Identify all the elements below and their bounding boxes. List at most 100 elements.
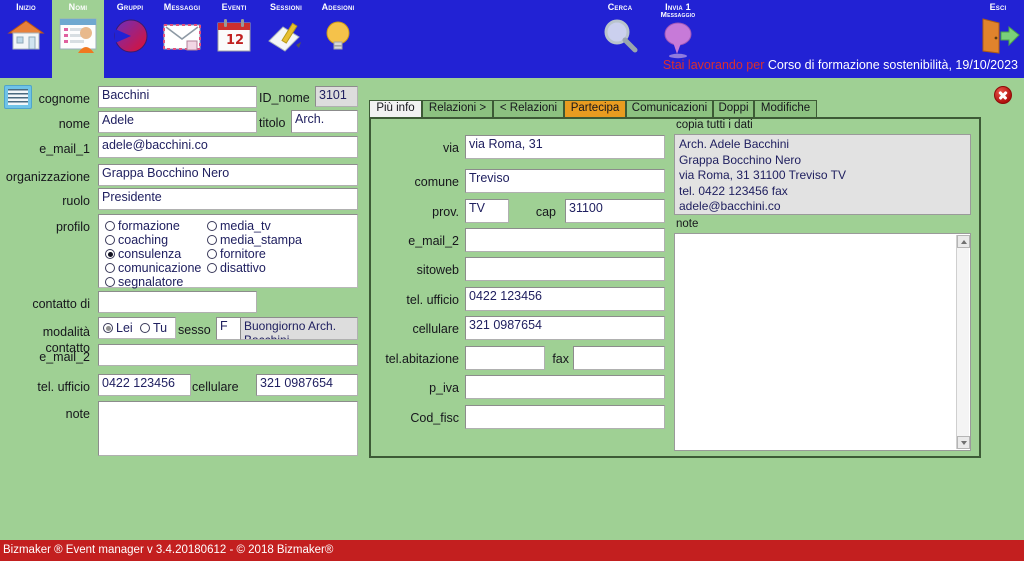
nav-item-sessioni[interactable]: Sessioni xyxy=(260,0,312,78)
cod-fisc-input[interactable] xyxy=(465,405,665,429)
sesso-label: sesso xyxy=(178,323,211,337)
nav-item-label: Messaggi xyxy=(163,2,201,12)
profilo-option-segnalatore[interactable]: segnalatore xyxy=(105,275,183,289)
comune-label: comune xyxy=(414,175,459,189)
working-context-value: Corso di formazione sostenibilità, 19/10… xyxy=(767,58,1018,72)
profilo-option-label: formazione xyxy=(118,219,180,233)
p-iva-input[interactable] xyxy=(465,375,665,399)
profilo-option-disattivo[interactable]: disattivo xyxy=(207,261,266,275)
note-scrollbar[interactable] xyxy=(956,235,970,449)
contact-card-icon xyxy=(55,13,101,59)
modalita-option-label: Tu xyxy=(153,321,168,335)
email2-input[interactable] xyxy=(98,344,358,366)
modalita-option-tu[interactable]: Tu xyxy=(140,321,167,335)
nav-item-adesioni[interactable]: Adesioni xyxy=(312,0,364,78)
tab-bar: Più info Relazioni > < Relazioni Parteci… xyxy=(369,100,981,118)
pie-chart-icon xyxy=(107,13,153,59)
prov-input[interactable]: TV xyxy=(465,199,509,223)
nav-item-label: Inizio xyxy=(16,2,36,12)
ruolo-label: ruolo xyxy=(62,194,90,208)
modalita-option-lei[interactable]: Lei xyxy=(103,321,133,335)
email2-input[interactable] xyxy=(465,228,665,252)
ruolo-input[interactable]: Presidente xyxy=(98,188,358,210)
profilo-option-comunicazione[interactable]: comunicazione xyxy=(105,261,201,275)
id-nome-value: 3101 xyxy=(315,86,358,107)
profilo-option-coaching[interactable]: coaching xyxy=(105,233,168,247)
nome-label: nome xyxy=(58,117,90,131)
prov-label: prov. xyxy=(432,205,459,219)
via-input[interactable]: via Roma, 31 xyxy=(465,135,665,159)
comune-input[interactable]: Treviso xyxy=(465,169,665,193)
organizzazione-input[interactable]: Grappa Bocchino Nero xyxy=(98,164,358,186)
cognome-input[interactable]: Bacchini xyxy=(98,86,257,108)
nav-item-nomi[interactable]: Nomi xyxy=(52,0,104,78)
profilo-option-label: coaching xyxy=(118,233,169,247)
status-bar-footer: Bizmaker ® Event manager v 3.4.20180612 … xyxy=(0,540,1024,561)
exit-door-icon xyxy=(975,13,1021,59)
contatto-di-label: contatto di xyxy=(32,297,90,311)
tab-comunicazioni[interactable]: Comunicazioni xyxy=(626,100,713,118)
email1-input[interactable]: adele@bacchini.co xyxy=(98,136,358,158)
profilo-label: profilo xyxy=(55,220,90,234)
profilo-option-label: consulenza xyxy=(118,247,182,261)
home-icon xyxy=(3,13,49,59)
nav-item-label: Eventi xyxy=(221,2,247,12)
organizzazione-label: organizzazione xyxy=(5,170,90,184)
scroll-down-icon[interactable] xyxy=(957,436,970,449)
email2-label: e_mail_2 xyxy=(408,234,459,248)
lightbulb-icon xyxy=(315,13,361,59)
profilo-option-fornitore[interactable]: fornitore xyxy=(207,247,266,261)
profilo-option-consulenza[interactable]: consulenza xyxy=(105,247,181,261)
tab-partecipa[interactable]: Partecipa xyxy=(564,100,626,118)
tab-doppi[interactable]: Doppi xyxy=(713,100,754,118)
profilo-option-label: fornitore xyxy=(220,247,266,261)
nav-item-label: Esci xyxy=(989,2,1007,12)
profilo-radio-group[interactable]: formazione coaching consulenza comunicaz… xyxy=(98,214,358,289)
nav-item-messaggi[interactable]: Messaggi xyxy=(156,0,208,78)
nav-item-inizio[interactable]: Inizio xyxy=(0,0,52,78)
nav-item-gruppi[interactable]: Gruppi xyxy=(104,0,156,78)
note-textarea[interactable] xyxy=(98,401,358,456)
profilo-option-formazione[interactable]: formazione xyxy=(105,219,180,233)
close-circle-icon[interactable] xyxy=(994,86,1012,104)
contatto-di-input[interactable] xyxy=(98,291,257,313)
pencil-note-icon xyxy=(263,13,309,59)
nav-item-label: Sessioni xyxy=(270,2,302,12)
modalita-contatto-radio-group[interactable]: Lei Tu xyxy=(98,317,176,339)
profilo-option-media-tv[interactable]: media_tv xyxy=(207,219,271,233)
tel-ufficio-label: tel. ufficio xyxy=(37,380,90,394)
fax-input[interactable] xyxy=(573,346,665,370)
tab-relazioni-out[interactable]: Relazioni > xyxy=(422,100,493,118)
profilo-option-label: media_stampa xyxy=(220,233,302,247)
tab-modifiche[interactable]: Modifiche xyxy=(754,100,817,118)
nome-input[interactable]: Adele xyxy=(98,111,257,133)
profilo-option-media-stampa[interactable]: media_stampa xyxy=(207,233,302,247)
tel-ufficio-input[interactable]: 0422 123456 xyxy=(465,287,665,311)
fax-label: fax xyxy=(552,352,569,366)
nav-item-label: Adesioni xyxy=(321,2,355,12)
tab-relazioni-in[interactable]: < Relazioni xyxy=(493,100,564,118)
nav-item-eventi[interactable]: Eventi 12 xyxy=(208,0,260,78)
copia-tutti-i-dati-label: copia tutti i dati xyxy=(676,119,753,131)
cellulare-label: cellulare xyxy=(412,322,459,336)
sesso-input[interactable]: F xyxy=(216,317,243,340)
cellulare-input[interactable]: 321 0987654 xyxy=(465,316,665,340)
cellulare-input[interactable]: 321 0987654 xyxy=(256,374,358,396)
copia-tutti-i-dati-box[interactable]: Arch. Adele Bacchini Grappa Bocchino Ner… xyxy=(674,134,971,215)
tel-ufficio-input[interactable]: 0422 123456 xyxy=(98,374,191,396)
scroll-up-icon[interactable] xyxy=(957,235,970,248)
note-textarea[interactable] xyxy=(674,233,971,451)
cellulare-label: cellulare xyxy=(192,380,239,394)
cap-input[interactable]: 31100 xyxy=(565,199,665,223)
note-label: note xyxy=(65,407,90,421)
p-iva-label: p_iva xyxy=(429,381,459,395)
nav-item-cerca[interactable]: Cerca xyxy=(594,0,646,78)
tel-abitazione-input[interactable] xyxy=(465,346,545,370)
greeting-preview: Buongiorno Arch. Bacchini xyxy=(240,317,358,340)
titolo-input[interactable]: Arch. xyxy=(291,110,358,133)
working-context-prefix: Stai lavorando per xyxy=(662,58,765,72)
tab-piu-info[interactable]: Più info xyxy=(369,100,422,118)
sitoweb-input[interactable] xyxy=(465,257,665,281)
note-label: note xyxy=(676,218,699,230)
tel-ufficio-label: tel. ufficio xyxy=(406,293,459,307)
